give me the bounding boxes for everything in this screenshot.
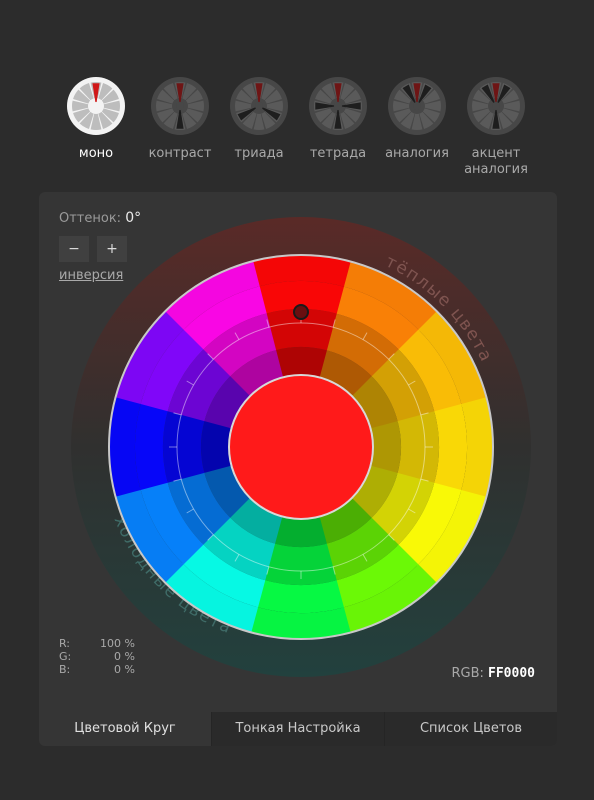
scheme-label: аналогия [385,146,449,161]
scheme-label: акцент аналогия [464,146,528,177]
scheme-selector: моно контраст триада тетрада аналогия ак… [54,76,554,186]
hue-segment[interactable] [397,411,439,485]
mono-scheme-icon [67,77,125,135]
hue-label: Оттенок: [59,211,122,226]
scheme-label: тетрада [309,146,367,161]
g-value: 0 % [114,650,135,663]
scheme-accent-analogy-button[interactable]: акцент аналогия [454,76,538,178]
scheme-label: контраст [148,146,212,161]
hue-readout: Оттенок: 0° [59,210,141,226]
scheme-analogy-button[interactable]: аналогия [375,76,459,162]
tab-fine-tuning[interactable]: Тонкая Настройка [211,712,384,746]
scheme-label: моно [78,146,114,161]
rgb-hex-readout: RGB: FF0000 [451,666,535,681]
hue-value: 0° [125,210,142,226]
contrast-scheme-icon [151,77,209,135]
scheme-label: триада [234,146,284,161]
b-label: B: [59,663,71,676]
analogy-scheme-icon [388,77,446,135]
scheme-triad-button[interactable]: триада [217,76,301,162]
hue-decrease-button[interactable]: − [59,236,89,262]
r-label: R: [59,637,71,650]
scheme-tetrad-button[interactable]: тетрада [296,76,380,162]
tab-color-list[interactable]: Список Цветов [384,712,557,746]
hue-segment[interactable] [163,409,205,483]
accent-analogy-scheme-icon [467,77,525,135]
color-wheel[interactable]: тёплые цвета холодные цвета [71,217,531,677]
rgb-hex-value[interactable]: FF0000 [488,666,535,681]
selected-color-swatch [228,374,374,520]
rgb-hex-label: RGB: [451,666,484,681]
r-value: 100 % [100,637,135,650]
rgb-percent-readout: R: 100 % G: 0 % B: 0 % [59,637,135,676]
g-label: G: [59,650,72,663]
scheme-mono-button[interactable]: моно [54,76,138,162]
hue-selector-handle[interactable] [293,304,309,320]
triad-scheme-icon [230,77,288,135]
color-wheel-panel: тёплые цвета холодные цвета Оттенок: 0° … [39,192,557,746]
b-value: 0 % [114,663,135,676]
scheme-contrast-button[interactable]: контраст [138,76,222,162]
inversion-link[interactable]: инверсия [59,268,123,283]
hue-increase-button[interactable]: + [97,236,127,262]
panel-tabs: Цветовой Круг Тонкая Настройка Список Цв… [39,712,557,746]
hue-segment[interactable] [263,543,337,585]
tetrad-scheme-icon [309,77,367,135]
tab-color-wheel[interactable]: Цветовой Круг [39,712,211,746]
